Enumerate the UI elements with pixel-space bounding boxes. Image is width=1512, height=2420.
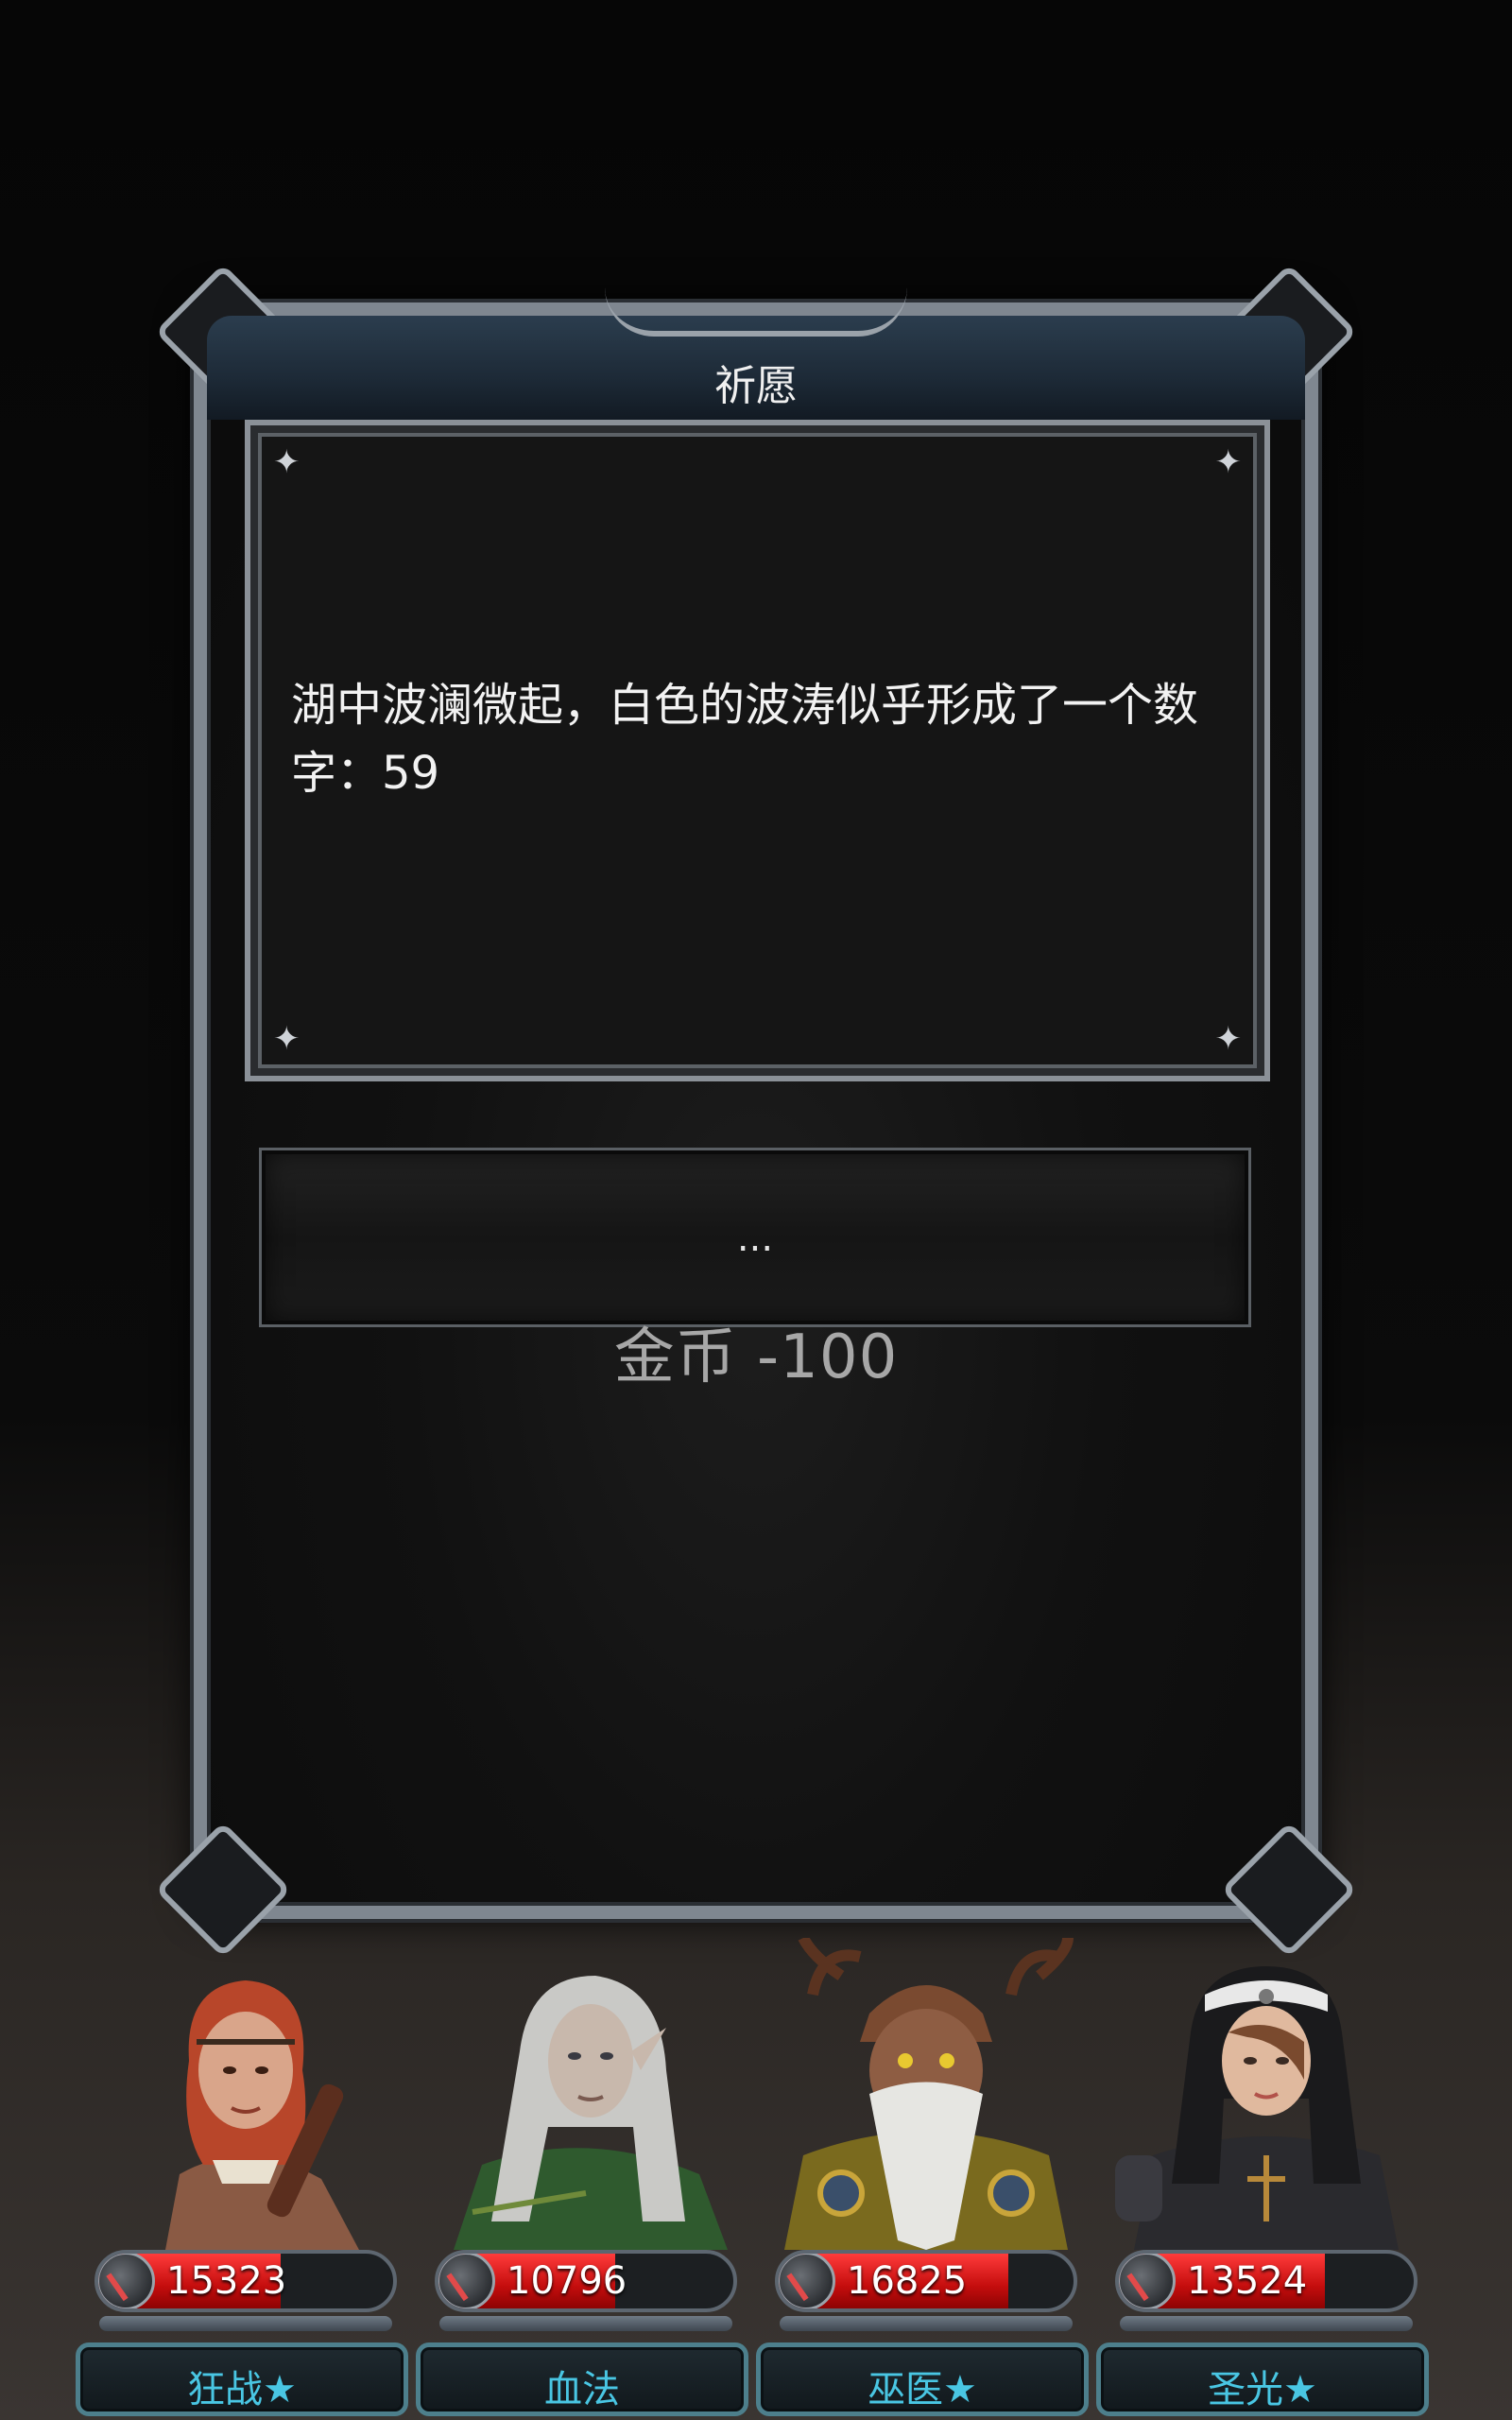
hp-bar: 15323 (94, 2250, 397, 2312)
hp-value: 13524 (1187, 2259, 1308, 2303)
mana-bar (439, 2316, 732, 2331)
choice-label: ... (736, 1217, 774, 1260)
hero-name: 狂战★ (187, 2368, 297, 2411)
continue-choice-button[interactable]: ... (259, 1148, 1251, 1327)
hp-value: 15323 (166, 2259, 287, 2303)
hero-portrait (416, 1938, 756, 2250)
sparkle-icon: ✦ (273, 1020, 301, 1058)
hero-name-plate[interactable]: 血法 (416, 2342, 748, 2416)
mana-bar (1120, 2316, 1413, 2331)
hero-name-plate[interactable]: 圣光★ (1096, 2342, 1429, 2416)
hero-party: 15323 狂战★ 10796 血法 16825 巫医★ 13524 圣光★ (76, 1938, 1436, 2420)
hero-portrait (76, 1938, 416, 2250)
dialog-title: 祈愿 (714, 362, 798, 410)
hero-name: 巫医★ (868, 2368, 977, 2411)
hero-portrait (1096, 1938, 1436, 2250)
mana-bar (99, 2316, 392, 2331)
hp-value: 10796 (507, 2259, 627, 2303)
hero-card-berserker[interactable]: 15323 狂战★ (76, 1938, 416, 2420)
hero-name-plate[interactable]: 巫医★ (756, 2342, 1089, 2416)
dialog-title-bar: 祈愿 (207, 316, 1305, 420)
hero-card-witch-doctor[interactable]: 16825 巫医★ (756, 1938, 1096, 2420)
mana-bar (780, 2316, 1073, 2331)
sword-emblem-icon (1119, 2254, 1176, 2308)
hp-bar: 16825 (775, 2250, 1077, 2312)
hero-card-blood-mage[interactable]: 10796 血法 (416, 1938, 756, 2420)
hero-name: 圣光★ (1208, 2368, 1317, 2411)
hp-bar: 10796 (435, 2250, 737, 2312)
title-crest-icon (605, 287, 907, 337)
prayer-dialog: 祈愿 ✦ ✦ ✦ ✦ 湖中波澜微起，白色的波涛似乎形成了一个数字：59 ... … (154, 263, 1358, 1959)
gold-cost-text: 金币 -100 (613, 1322, 899, 1392)
hero-card-holy-light[interactable]: 13524 圣光★ (1096, 1938, 1436, 2420)
sparkle-icon: ✦ (273, 443, 301, 481)
sword-emblem-icon (438, 2254, 495, 2308)
sword-emblem-icon (779, 2254, 835, 2308)
sparkle-icon: ✦ (1214, 1020, 1243, 1058)
event-message: 湖中波澜微起，白色的波涛似乎形成了一个数字：59 (291, 679, 1199, 800)
hero-name-plate[interactable]: 狂战★ (76, 2342, 408, 2416)
sword-emblem-icon (98, 2254, 155, 2308)
hero-name: 血法 (544, 2368, 620, 2411)
game-screen: 祈愿 ✦ ✦ ✦ ✦ 湖中波澜微起，白色的波涛似乎形成了一个数字：59 ... … (0, 0, 1512, 2420)
hp-value: 16825 (847, 2259, 968, 2303)
sparkle-icon: ✦ (1214, 443, 1243, 481)
hp-bar: 13524 (1115, 2250, 1418, 2312)
message-panel: ✦ ✦ ✦ ✦ 湖中波澜微起，白色的波涛似乎形成了一个数字：59 (245, 420, 1270, 1081)
hero-portrait (756, 1938, 1096, 2250)
